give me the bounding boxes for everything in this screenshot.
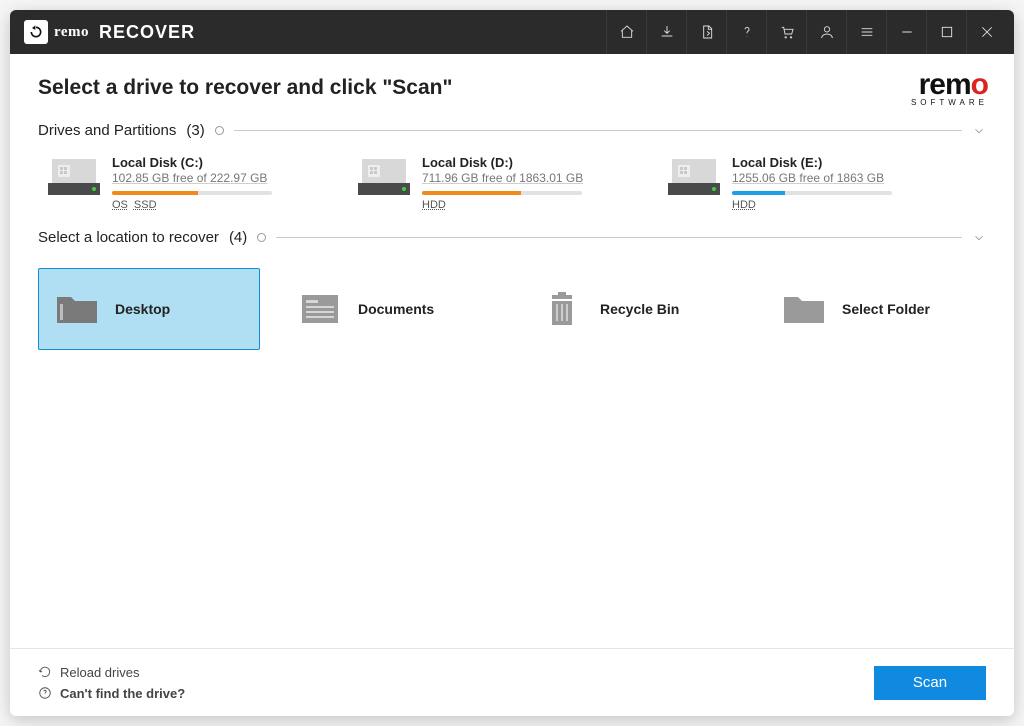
app-logo: remo RECOVER — [24, 20, 195, 44]
minimize-icon — [899, 24, 915, 40]
help-icon — [739, 24, 755, 40]
scan-button[interactable]: Scan — [874, 666, 986, 700]
close-icon — [979, 24, 995, 40]
drive-usage-bar — [732, 191, 892, 195]
main-content: remo SOFTWARE Select a drive to recover … — [10, 54, 1014, 648]
locations-section-header: Select a location to recover (4) — [38, 229, 986, 246]
help-button[interactable] — [726, 10, 766, 54]
hard-drive-icon — [48, 157, 100, 197]
locations-list: Desktop Documents Recycle Bin Select Fol… — [38, 258, 986, 350]
location-label: Select Folder — [842, 301, 930, 317]
cart-button[interactable] — [766, 10, 806, 54]
chevron-down-icon[interactable] — [972, 231, 986, 245]
reload-drives-label: Reload drives — [60, 665, 140, 680]
drives-section-label: Drives and Partitions — [38, 122, 176, 139]
user-icon — [819, 24, 835, 40]
location-label: Desktop — [115, 301, 170, 317]
file-export-icon — [699, 24, 715, 40]
cant-find-drive-label: Can't find the drive? — [60, 686, 185, 701]
brand-logo: remo SOFTWARE — [911, 68, 988, 107]
account-button[interactable] — [806, 10, 846, 54]
download-icon — [659, 24, 675, 40]
maximize-icon — [939, 24, 955, 40]
cant-find-drive-link[interactable]: Can't find the drive? — [38, 686, 185, 701]
app-logo-text-small: remo — [54, 24, 89, 41]
folder-icon — [782, 291, 826, 327]
home-icon — [619, 24, 635, 40]
locations-section-label: Select a location to recover — [38, 229, 219, 246]
location-recycle-bin[interactable]: Recycle Bin — [522, 268, 744, 350]
folder-icon — [55, 291, 99, 327]
location-desktop[interactable]: Desktop — [38, 268, 260, 350]
drive-tags: HDD — [732, 199, 932, 211]
app-logo-icon — [24, 20, 48, 44]
page-title: Select a drive to recover and click "Sca… — [38, 76, 986, 100]
export-button[interactable] — [686, 10, 726, 54]
import-button[interactable] — [646, 10, 686, 54]
home-button[interactable] — [606, 10, 646, 54]
close-button[interactable] — [966, 10, 1006, 54]
drive-free-text: 102.85 GB free of 222.97 GB — [112, 171, 312, 185]
locations-section-count: (4) — [229, 229, 247, 246]
footer: Reload drives Can't find the drive? Scan — [10, 648, 1014, 716]
brand-logo-subtitle: SOFTWARE — [911, 98, 988, 107]
drives-list: Local Disk (C:) 102.85 GB free of 222.97… — [38, 151, 986, 229]
drive-name: Local Disk (E:) — [732, 155, 932, 170]
titlebar: remo RECOVER — [10, 10, 1014, 54]
reload-drives-link[interactable]: Reload drives — [38, 665, 185, 680]
drive-item-d[interactable]: Local Disk (D:) 711.96 GB free of 1863.0… — [358, 155, 622, 211]
app-logo-text-main: RECOVER — [99, 22, 195, 43]
chevron-down-icon[interactable] — [972, 124, 986, 138]
help-circle-icon — [38, 686, 52, 700]
location-label: Documents — [358, 301, 434, 317]
drive-item-e[interactable]: Local Disk (E:) 1255.06 GB free of 1863 … — [668, 155, 932, 211]
trash-icon — [540, 291, 584, 327]
brand-logo-accent: o — [971, 68, 988, 101]
menu-button[interactable] — [846, 10, 886, 54]
drive-free-text: 1255.06 GB free of 1863 GB — [732, 171, 932, 185]
brand-logo-text: rem — [919, 68, 971, 101]
cart-icon — [779, 24, 795, 40]
hard-drive-icon — [668, 157, 720, 197]
drive-tags: OSSSD — [112, 199, 312, 211]
maximize-button[interactable] — [926, 10, 966, 54]
location-select-folder[interactable]: Select Folder — [764, 268, 986, 350]
documents-icon — [298, 291, 342, 327]
app-window: remo RECOVER remo SOFTWARE Select a driv… — [10, 10, 1014, 716]
location-label: Recycle Bin — [600, 301, 679, 317]
drive-name: Local Disk (D:) — [422, 155, 622, 170]
reload-icon — [38, 665, 52, 679]
drives-section-header: Drives and Partitions (3) — [38, 122, 986, 139]
minimize-button[interactable] — [886, 10, 926, 54]
drive-item-c[interactable]: Local Disk (C:) 102.85 GB free of 222.97… — [48, 155, 312, 211]
drive-name: Local Disk (C:) — [112, 155, 312, 170]
hard-drive-icon — [358, 157, 410, 197]
location-documents[interactable]: Documents — [280, 268, 502, 350]
drive-tags: HDD — [422, 199, 622, 211]
drive-usage-bar — [112, 191, 272, 195]
drive-usage-bar — [422, 191, 582, 195]
hamburger-icon — [859, 24, 875, 40]
drive-free-text: 711.96 GB free of 1863.01 GB — [422, 171, 622, 185]
drives-section-count: (3) — [186, 122, 204, 139]
